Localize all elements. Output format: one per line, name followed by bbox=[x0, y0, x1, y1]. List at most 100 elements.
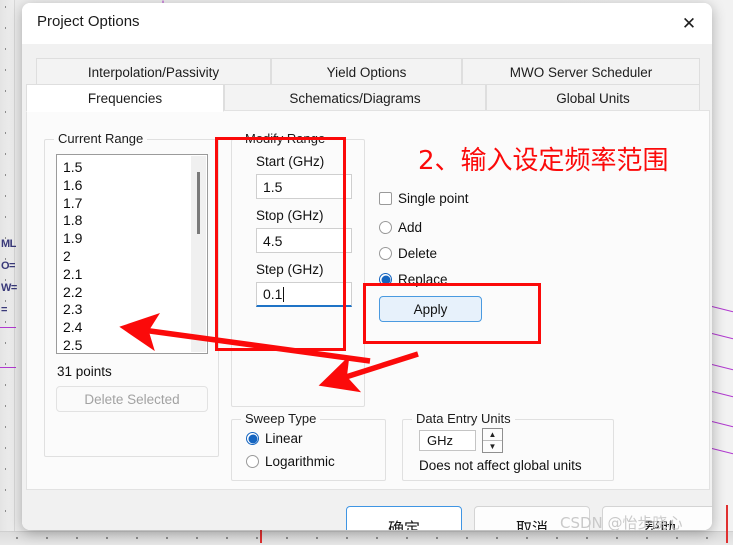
ruler-tick bbox=[166, 537, 168, 539]
tab-schematics-diagrams[interactable]: Schematics/Diagrams bbox=[224, 84, 486, 112]
single-point-checkbox-row[interactable]: Single point bbox=[379, 191, 469, 206]
ruler-tick bbox=[5, 510, 6, 512]
ruler-tick bbox=[646, 537, 648, 539]
tab-mwo-server-scheduler[interactable]: MWO Server Scheduler bbox=[462, 58, 700, 86]
list-item[interactable]: 2.2 bbox=[63, 284, 82, 302]
ruler-tick bbox=[5, 468, 6, 470]
checkbox-icon[interactable] bbox=[379, 192, 392, 205]
ruler-tick bbox=[496, 537, 498, 539]
list-item[interactable]: 1.9 bbox=[63, 230, 82, 248]
current-range-group: Current Range 1.5 1.6 1.7 1.8 1.9 2 2.1 2.2 2.3 2… bbox=[44, 131, 219, 457]
background-label-2: W= bbox=[1, 282, 17, 294]
ruler-tick bbox=[5, 48, 6, 50]
ruler-tick bbox=[5, 300, 6, 302]
list-item[interactable]: 2 bbox=[63, 248, 82, 266]
ruler-tick bbox=[136, 537, 138, 539]
ruler-tick bbox=[5, 489, 6, 491]
tab-frequencies[interactable]: Frequencies bbox=[26, 84, 224, 112]
dialog-titlebar: Project Options ✕ bbox=[22, 3, 712, 44]
annotation-box-apply bbox=[363, 283, 541, 344]
units-note: Does not affect global units bbox=[419, 458, 582, 473]
ruler-tick bbox=[5, 216, 6, 218]
ruler-tick bbox=[466, 537, 468, 539]
single-point-label: Single point bbox=[398, 191, 469, 206]
ruler-tick bbox=[5, 426, 6, 428]
unit-spinner[interactable]: ▲ ▼ bbox=[482, 428, 503, 453]
list-item[interactable]: 1.8 bbox=[63, 212, 82, 230]
ruler-tick bbox=[556, 537, 558, 539]
ruler-tick bbox=[5, 174, 6, 176]
logarithmic-radio-row[interactable]: Logarithmic bbox=[246, 454, 335, 469]
delete-label: Delete bbox=[398, 246, 438, 261]
background-wire bbox=[0, 327, 16, 328]
radio-icon[interactable] bbox=[379, 221, 392, 234]
ruler-tick bbox=[316, 537, 318, 539]
annotation-text-frequency-range: 2、输入设定频率范围 bbox=[418, 146, 669, 176]
ruler-tick bbox=[5, 6, 6, 8]
ruler-tick bbox=[286, 537, 288, 539]
linear-label: Linear bbox=[265, 431, 303, 446]
ruler-tick bbox=[46, 537, 48, 539]
ruler-tick bbox=[5, 279, 6, 281]
ruler-tick bbox=[526, 537, 528, 539]
listbox-scrollbar[interactable] bbox=[191, 156, 206, 352]
points-count-label: 31 points bbox=[57, 364, 112, 379]
radio-icon[interactable] bbox=[246, 455, 259, 468]
background-wire bbox=[0, 367, 16, 368]
sweep-type-group-label: Sweep Type bbox=[241, 411, 321, 426]
ruler-tick bbox=[76, 537, 78, 539]
background-ruler-bottom bbox=[0, 531, 733, 545]
ruler-tick bbox=[5, 384, 6, 386]
radio-icon[interactable] bbox=[379, 247, 392, 260]
ok-button[interactable]: 确定 bbox=[346, 506, 462, 530]
add-radio-row[interactable]: Add bbox=[379, 220, 422, 235]
ruler-tick bbox=[346, 537, 348, 539]
ruler-tick bbox=[196, 537, 198, 539]
ruler-tick bbox=[226, 537, 228, 539]
background-label-1: O= bbox=[1, 260, 15, 272]
listbox-scroll-thumb[interactable] bbox=[197, 172, 200, 234]
tab-strip: Interpolation/Passivity Yield Options MW… bbox=[26, 58, 710, 112]
ruler-tick bbox=[5, 405, 6, 407]
tab-yield-options[interactable]: Yield Options bbox=[271, 58, 462, 86]
list-item[interactable]: 2.5 bbox=[63, 337, 82, 353]
ruler-tick bbox=[256, 537, 258, 539]
tab-interpolation-passivity[interactable]: Interpolation/Passivity bbox=[36, 58, 271, 86]
unit-value-field[interactable]: GHz bbox=[419, 430, 476, 451]
ruler-tick bbox=[586, 537, 588, 539]
list-item[interactable]: 1.7 bbox=[63, 195, 82, 213]
ruler-tick bbox=[5, 69, 6, 71]
ruler-tick bbox=[106, 537, 108, 539]
ruler-tick bbox=[5, 111, 6, 113]
chevron-up-icon[interactable]: ▲ bbox=[483, 429, 502, 440]
delete-radio-row[interactable]: Delete bbox=[379, 246, 437, 261]
sweep-type-group: Sweep Type Linear Logarithmic bbox=[231, 411, 386, 481]
list-item[interactable]: 2.1 bbox=[63, 266, 82, 284]
ruler-tick bbox=[5, 321, 6, 323]
ruler-tick bbox=[376, 537, 378, 539]
ruler-tick bbox=[5, 27, 6, 29]
close-icon[interactable]: ✕ bbox=[666, 3, 712, 44]
frequency-list-items: 1.5 1.6 1.7 1.8 1.9 2 2.1 2.2 2.3 2.4 2.5 bbox=[63, 159, 82, 353]
linear-radio-row[interactable]: Linear bbox=[246, 431, 303, 446]
project-options-dialog: Project Options ✕ Interpolation/Passivit… bbox=[22, 3, 712, 530]
ruler-tick bbox=[406, 537, 408, 539]
data-entry-units-group: Data Entry Units GHz ▲ ▼ Does not affect… bbox=[402, 411, 614, 481]
tab-global-units[interactable]: Global Units bbox=[486, 84, 700, 112]
list-item[interactable]: 1.5 bbox=[63, 159, 82, 177]
logarithmic-label: Logarithmic bbox=[265, 454, 335, 469]
delete-selected-button[interactable]: Delete Selected bbox=[56, 386, 208, 412]
chevron-down-icon[interactable]: ▼ bbox=[483, 441, 502, 452]
frequency-listbox[interactable]: 1.5 1.6 1.7 1.8 1.9 2 2.1 2.2 2.3 2.4 2.5 bbox=[56, 154, 208, 354]
radio-selected-icon[interactable] bbox=[246, 432, 259, 445]
ruler-tick bbox=[5, 153, 6, 155]
ruler-tick bbox=[5, 90, 6, 92]
csdn-watermark: CSDN @怡步晓心 bbox=[560, 514, 683, 532]
ruler-tick bbox=[676, 537, 678, 539]
list-item[interactable]: 2.4 bbox=[63, 319, 82, 337]
ruler-tick bbox=[5, 132, 6, 134]
list-item[interactable]: 1.6 bbox=[63, 177, 82, 195]
data-entry-units-group-label: Data Entry Units bbox=[412, 411, 515, 426]
list-item[interactable]: 2.3 bbox=[63, 301, 82, 319]
ruler-tick bbox=[616, 537, 618, 539]
